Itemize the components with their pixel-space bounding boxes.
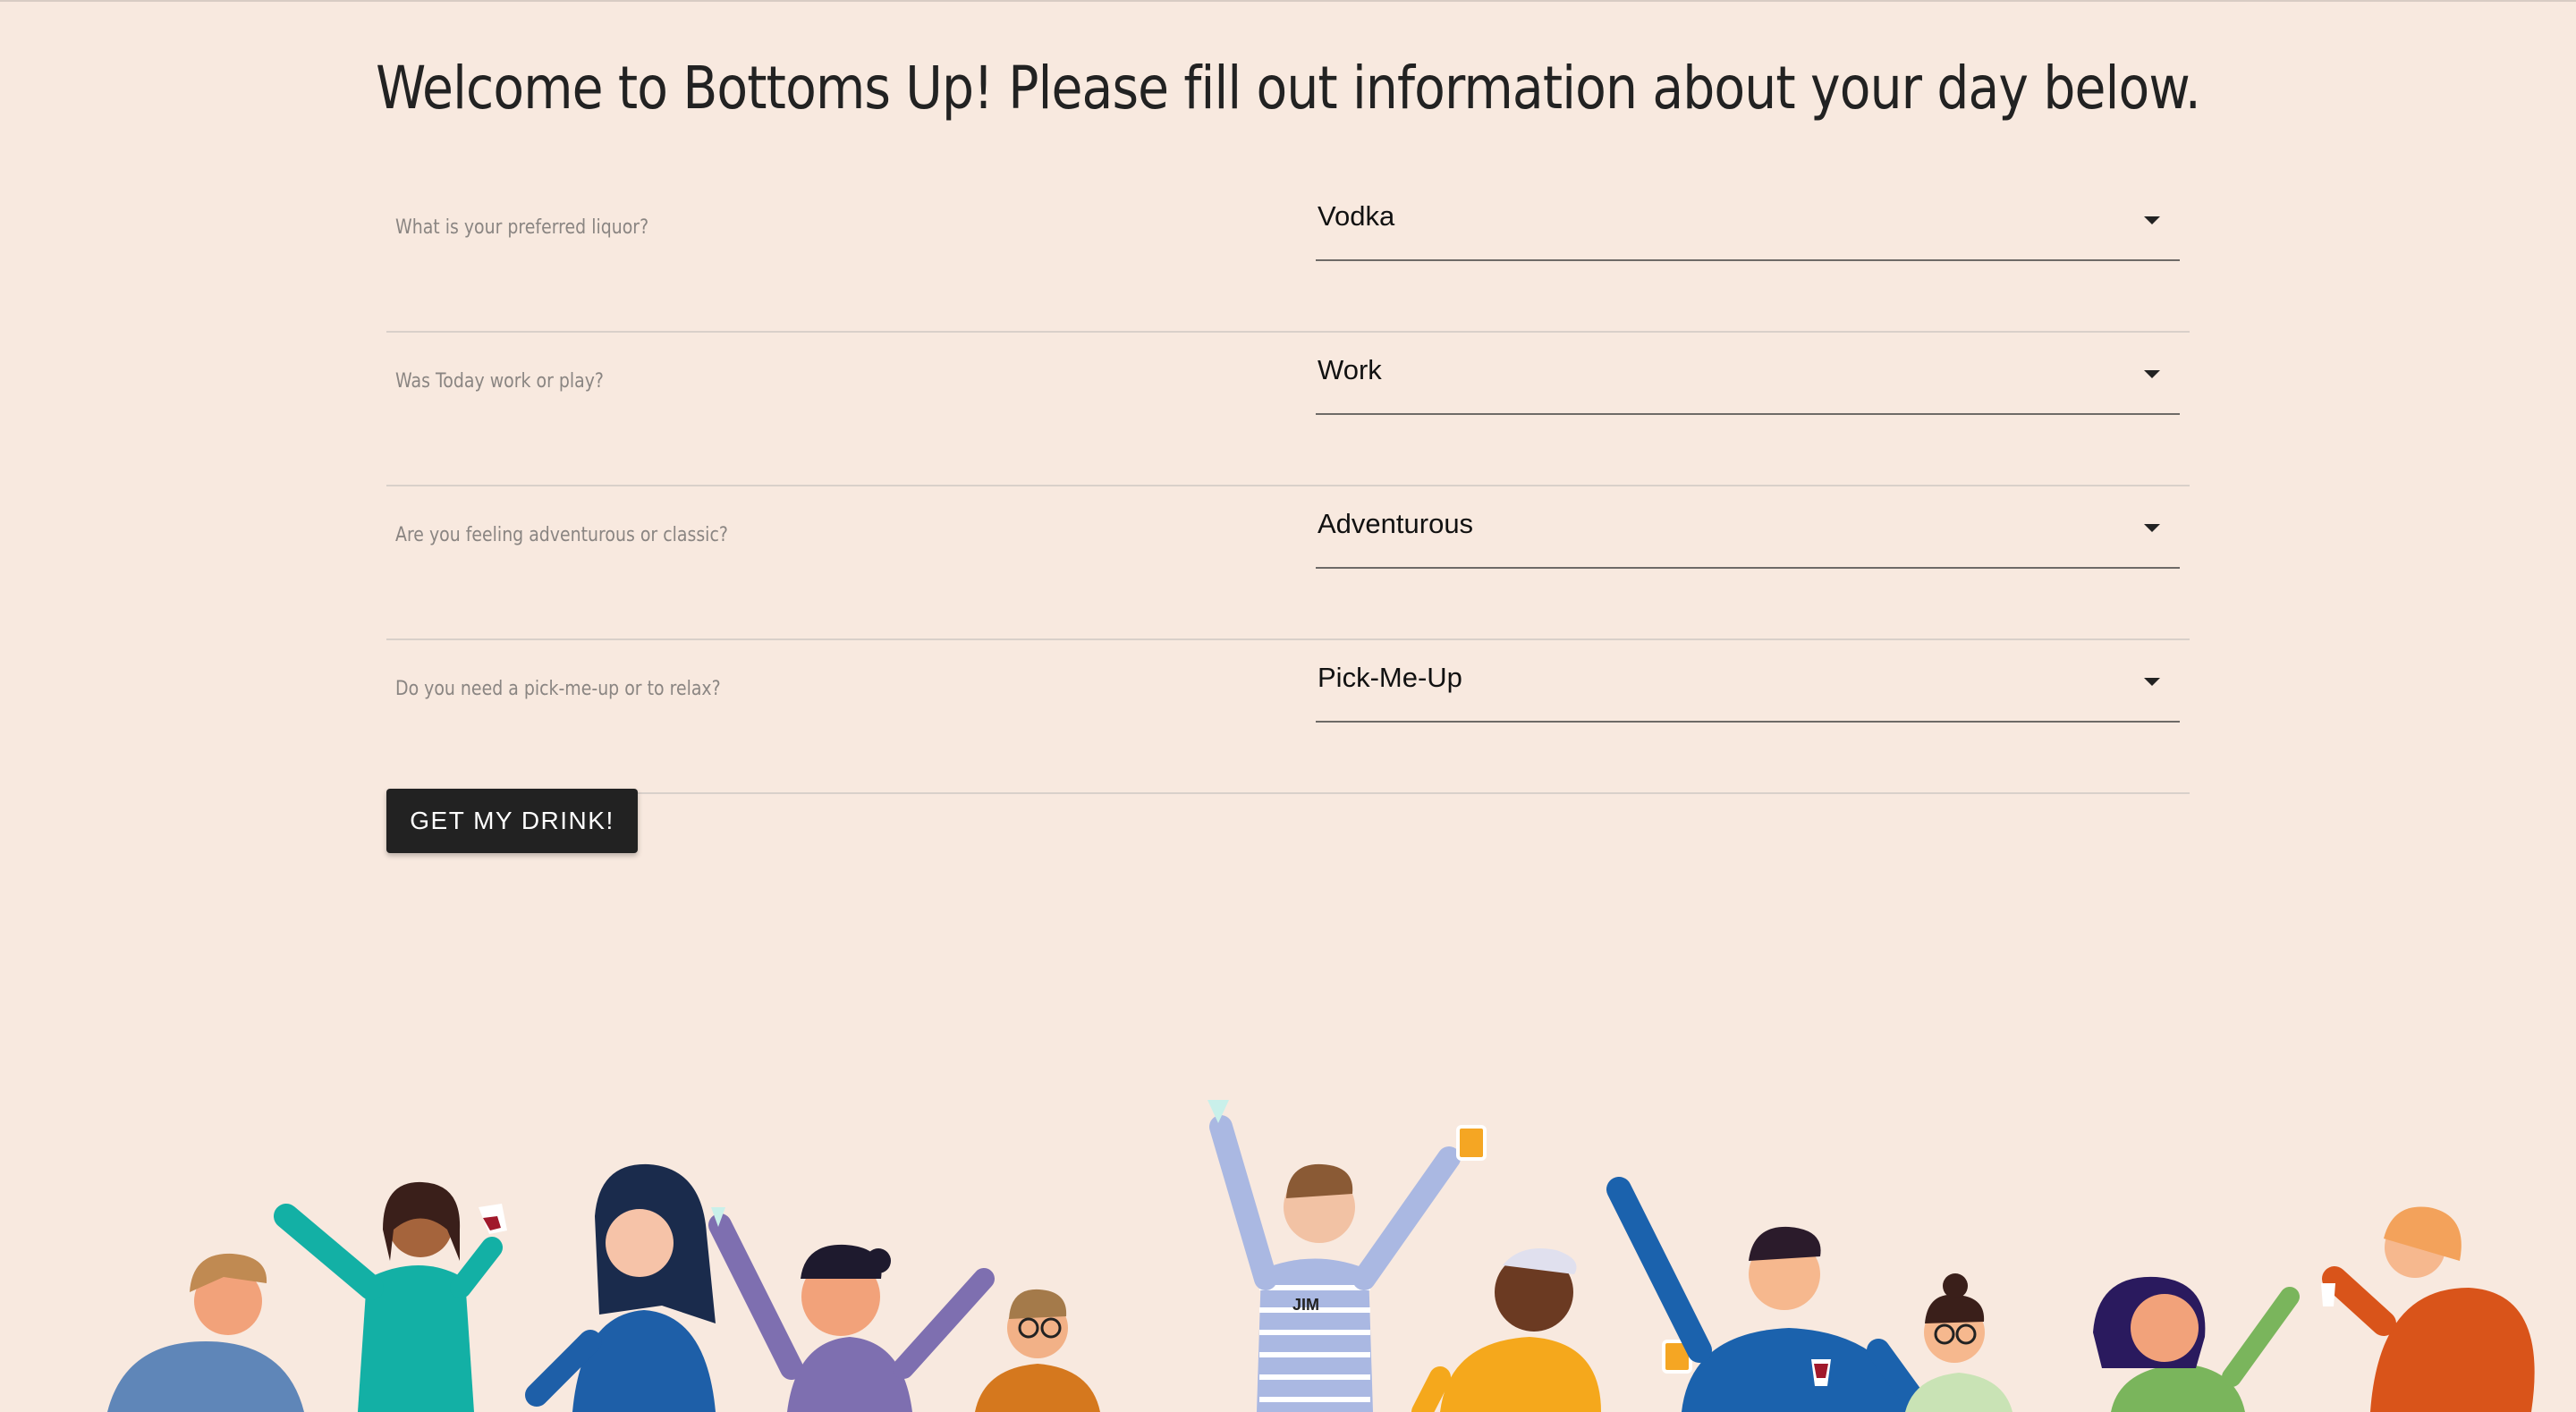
question-row-energy: Do you need a pick-me-up or to relax? Pi… [386, 640, 2190, 794]
get-my-drink-button[interactable]: GET MY DRINK! [386, 789, 638, 853]
liquor-select[interactable]: Vodka [1316, 179, 2180, 261]
person-figure: JIM [1208, 1100, 1487, 1412]
question-row-liquor: What is your preferred liquor? Vodka [386, 179, 2190, 333]
person-figure [1905, 1273, 2012, 1412]
energy-select[interactable]: Pick-Me-Up [1316, 640, 2180, 723]
caret-down-icon [2144, 678, 2160, 686]
person-figure [274, 1181, 507, 1412]
person-figure [2321, 1206, 2535, 1412]
energy-select-value: Pick-Me-Up [1318, 662, 1462, 693]
question-label-mood: Are you feeling adventurous or classic? [395, 524, 728, 546]
mood-select-value: Adventurous [1318, 508, 1474, 539]
question-label-work-play: Was Today work or play? [395, 370, 604, 393]
crowd-illustration: JIM [107, 1100, 2535, 1412]
liquor-select-value: Vodka [1318, 200, 1395, 232]
person-figure [975, 1289, 1100, 1412]
person-figure [107, 1253, 304, 1412]
mood-select[interactable]: Adventurous [1316, 486, 2180, 569]
person-figure [708, 1207, 995, 1412]
person-figure [2093, 1276, 2300, 1412]
shirt-text: JIM [1292, 1296, 1319, 1314]
caret-down-icon [2144, 216, 2160, 224]
question-row-mood: Are you feeling adventurous or classic? … [386, 486, 2190, 640]
work-play-select-value: Work [1318, 354, 1382, 385]
person-figure [525, 1163, 716, 1412]
caret-down-icon [2144, 370, 2160, 378]
caret-down-icon [2144, 524, 2160, 532]
question-label-liquor: What is your preferred liquor? [395, 216, 649, 239]
drink-form: What is your preferred liquor? Vodka Was… [386, 179, 2190, 794]
page-title: Welcome to Bottoms Up! Please fill out i… [376, 54, 2201, 123]
top-divider [0, 0, 2576, 2]
work-play-select[interactable]: Work [1316, 333, 2180, 415]
question-row-work-play: Was Today work or play? Work [386, 333, 2190, 486]
person-figure [1606, 1177, 1935, 1412]
question-label-energy: Do you need a pick-me-up or to relax? [395, 678, 721, 700]
